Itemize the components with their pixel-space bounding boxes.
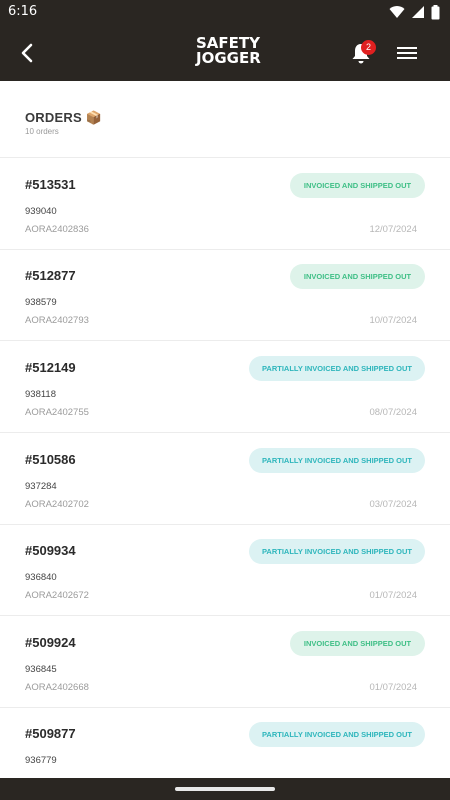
safety-jogger-logo: SAFETY JOGGER <box>196 36 261 67</box>
order-number: #512149 <box>25 360 76 375</box>
hamburger-menu-icon[interactable] <box>396 44 418 62</box>
status-badge: PARTIALLY INVOICED AND SHIPPED OUT <box>249 356 425 381</box>
order-code: AORA2402668 <box>25 682 89 693</box>
order-date: 03/07/2024 <box>369 499 417 510</box>
order-reference: 936840 <box>25 572 57 583</box>
status-icons <box>389 4 440 20</box>
order-date: 01/07/2024 <box>369 590 417 601</box>
order-code: AORA2402755 <box>25 407 89 418</box>
order-reference: 938579 <box>25 297 57 308</box>
order-reference: 938118 <box>25 389 56 400</box>
order-number: #509934 <box>25 543 76 558</box>
order-row[interactable]: #510586 PARTIALLY INVOICED AND SHIPPED O… <box>0 433 450 525</box>
order-number: #513531 <box>25 177 76 192</box>
order-date: 08/07/2024 <box>369 407 417 418</box>
order-code: AORA2402836 <box>25 224 89 235</box>
battery-icon <box>431 4 440 19</box>
order-reference: 939040 <box>25 206 57 217</box>
order-date: 01/07/2024 <box>369 682 417 693</box>
order-row[interactable]: #509934 PARTIALLY INVOICED AND SHIPPED O… <box>0 524 450 616</box>
order-date: 10/07/2024 <box>369 315 417 326</box>
back-arrow-icon[interactable] <box>14 39 42 67</box>
order-date: 12/07/2024 <box>369 224 417 235</box>
home-gesture-handle[interactable] <box>175 787 275 791</box>
order-number: #510586 <box>25 452 76 467</box>
signal-icon <box>412 6 424 18</box>
wifi-icon <box>389 6 405 19</box>
page-title: ORDERS 📦 <box>25 110 103 125</box>
order-number: #509877 <box>25 726 76 741</box>
orders-header: ORDERS 📦 10 orders <box>0 81 450 158</box>
status-badge: PARTIALLY INVOICED AND SHIPPED OUT <box>249 539 425 564</box>
status-badge: PARTIALLY INVOICED AND SHIPPED OUT <box>249 448 425 473</box>
order-code: AORA2402702 <box>25 499 89 510</box>
status-time: 6:16 <box>8 4 38 19</box>
system-nav-bar <box>0 778 450 800</box>
order-reference: 936845 <box>25 664 57 675</box>
orders-count: 10 orders <box>25 127 59 136</box>
order-number: #512877 <box>25 268 76 283</box>
status-badge: INVOICED AND SHIPPED OUT <box>290 173 425 198</box>
order-row[interactable]: #512149 PARTIALLY INVOICED AND SHIPPED O… <box>0 341 450 433</box>
status-badge: INVOICED AND SHIPPED OUT <box>290 631 425 656</box>
notification-badge[interactable]: 2 <box>361 40 376 55</box>
logo-line-2: JOGGER <box>196 49 261 67</box>
order-row[interactable]: #512877 INVOICED AND SHIPPED OUT 938579 … <box>0 249 450 341</box>
status-badge: PARTIALLY INVOICED AND SHIPPED OUT <box>249 722 425 747</box>
order-reference: 937284 <box>25 481 57 492</box>
order-code: AORA2402672 <box>25 590 89 601</box>
order-row[interactable]: #513531 INVOICED AND SHIPPED OUT 939040 … <box>0 158 450 250</box>
order-code: AORA2402793 <box>25 315 89 326</box>
app-bar: SAFETY JOGGER 2 <box>0 26 450 81</box>
order-number: #509924 <box>25 635 76 650</box>
status-badge: INVOICED AND SHIPPED OUT <box>290 264 425 289</box>
order-reference: 936779 <box>25 755 57 766</box>
order-row[interactable]: #509924 INVOICED AND SHIPPED OUT 936845 … <box>0 616 450 708</box>
status-bar: 6:16 <box>0 0 450 26</box>
